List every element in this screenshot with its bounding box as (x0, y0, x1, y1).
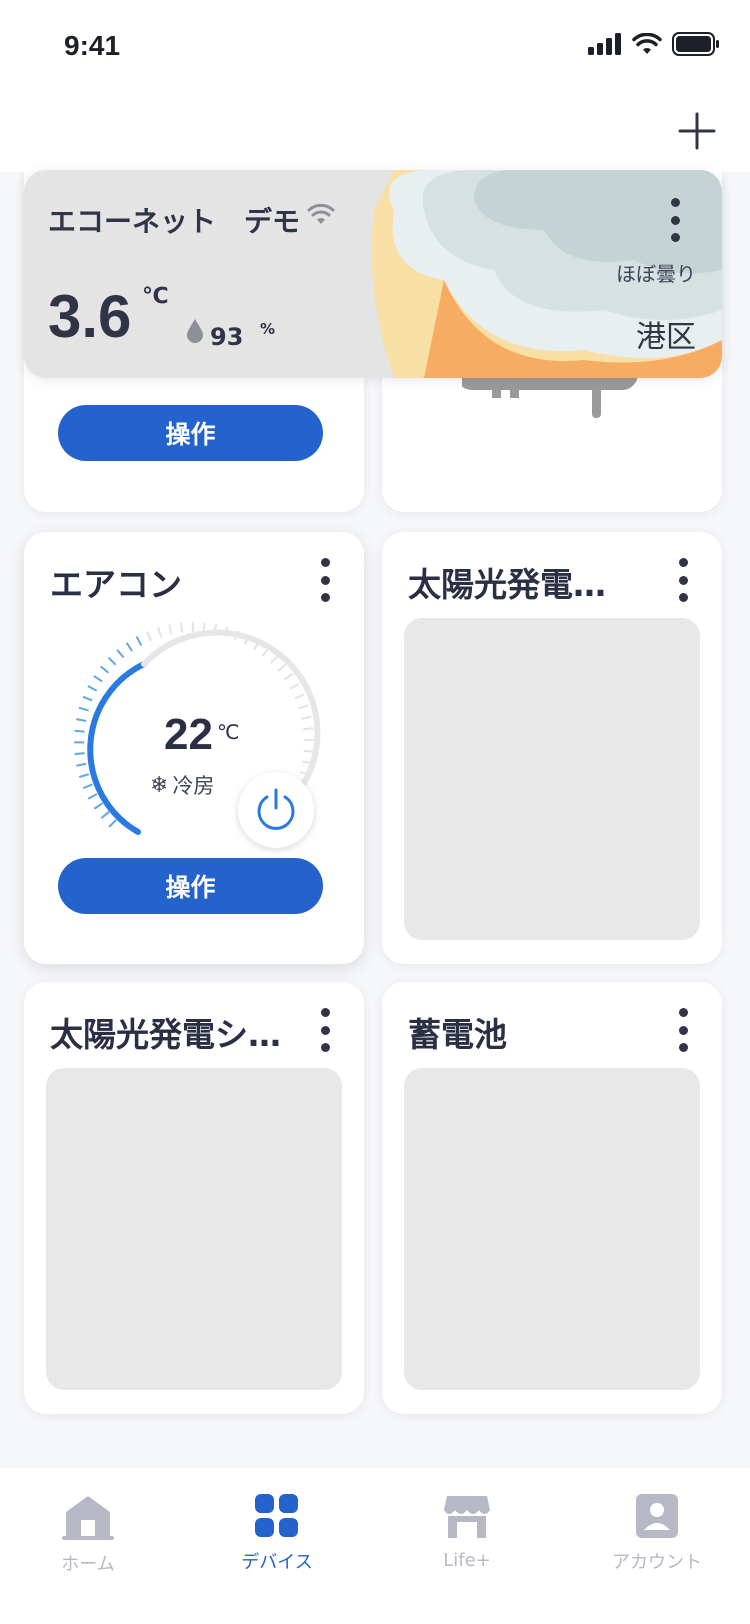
operate-button[interactable]: 操作 (58, 858, 323, 914)
content-placeholder (404, 618, 700, 940)
weather-area: 港区 (636, 320, 696, 355)
dial-tick (116, 649, 125, 659)
tab-home[interactable]: ホーム (13, 1494, 163, 1594)
content-placeholder (46, 1068, 342, 1390)
more-options-button[interactable] (664, 198, 686, 242)
humidity-value: 93 (210, 323, 244, 351)
snowflake-icon: ❄ (150, 772, 169, 798)
dial-tick (283, 673, 294, 681)
card-title: 太陽光発電… (408, 565, 606, 604)
wifi-icon (632, 33, 662, 54)
tab-label: ホーム (61, 1554, 115, 1575)
dial-tick (157, 627, 163, 638)
mode-indicator: ❄ 冷房 (150, 770, 214, 800)
tab-label: Life+ (443, 1550, 491, 1571)
dial-tick (277, 663, 287, 672)
dial-tick (294, 693, 305, 700)
outdoor-temperature: 3.6 (48, 283, 132, 350)
dial-tick (168, 624, 173, 635)
dial-tick (107, 657, 117, 666)
tab-bar: ホーム デバイス Life+ アカウント (0, 1468, 750, 1624)
dial-tick (78, 773, 90, 779)
dial-tick (78, 706, 89, 712)
status-icons (588, 32, 720, 56)
device-card-aircon[interactable]: エアコン 22 ℃ ❄ 冷房 操作 (24, 532, 364, 964)
tab-account[interactable]: アカウント (582, 1494, 732, 1594)
status-time: 9:41 (64, 30, 121, 61)
more-options-button[interactable] (314, 1008, 336, 1052)
tab-life-plus[interactable]: Life+ (392, 1494, 542, 1594)
store-icon (444, 1496, 490, 1538)
dial-tick (87, 685, 98, 692)
card-title: 太陽光発電シ… (50, 1015, 281, 1054)
tab-devices[interactable]: デバイス (202, 1494, 352, 1594)
weather-condition: ほぼ曇り (616, 262, 696, 286)
dial-tick (74, 729, 85, 733)
set-temperature: 22 (164, 710, 213, 759)
dial-tick (303, 749, 314, 753)
dial-tick (100, 665, 110, 674)
dial-tick (82, 695, 93, 702)
humidity-unit: % (260, 320, 276, 338)
mode-label: 冷房 (172, 774, 215, 798)
dial-tick (180, 622, 184, 633)
dial-tick (87, 793, 98, 800)
device-card-solar-2[interactable]: 太陽光発電シ… (24, 982, 364, 1414)
dial-tick (93, 802, 104, 810)
tab-label: デバイス (241, 1552, 313, 1573)
dial-tick (82, 783, 93, 790)
header (0, 96, 750, 172)
dial-tick (135, 636, 143, 646)
battery-icon (672, 32, 719, 56)
signal-icon (588, 33, 621, 55)
account-icon (636, 1494, 678, 1538)
tab-label: アカウント (612, 1552, 702, 1573)
dial-tick (100, 811, 110, 819)
more-options-button[interactable] (672, 558, 694, 602)
dial-tick (298, 704, 309, 710)
temperature-unit: ℃ (217, 720, 240, 744)
dial-tick (301, 715, 312, 720)
device-name: エコーネット デモ (48, 205, 301, 238)
power-icon (257, 788, 295, 830)
device-card-battery[interactable]: 蓄電池 (382, 982, 722, 1414)
dial-tick (289, 682, 300, 690)
status-bar: 9:41 (0, 0, 750, 96)
dial-tick (76, 762, 87, 767)
temperature-unit: ℃ (142, 284, 169, 309)
power-button[interactable] (238, 772, 314, 848)
operate-button[interactable]: 操作 (58, 405, 323, 461)
wifi-icon (307, 203, 335, 224)
dial-tick (269, 655, 279, 664)
plus-icon (678, 112, 716, 150)
dial-tick (146, 631, 152, 642)
dial-tick (303, 727, 314, 731)
more-options-button[interactable] (672, 1008, 694, 1052)
more-options-button[interactable] (314, 558, 336, 602)
dial-tick (93, 675, 103, 683)
card-title: 蓄電池 (408, 1015, 507, 1054)
add-device-button[interactable] (672, 106, 722, 156)
content-placeholder (404, 1068, 700, 1390)
card-title: エアコン (50, 565, 182, 604)
device-card-solar-1[interactable]: 太陽光発電… (382, 532, 722, 964)
droplet-icon (187, 319, 203, 343)
dial-tick (74, 752, 85, 756)
weather-card[interactable]: エコーネット デモ 3.6 ℃ 93 % ほぼ曇り 港区 (24, 170, 722, 378)
dial-tick (76, 718, 87, 722)
devices-grid-icon (255, 1494, 298, 1537)
dial-tick (108, 819, 117, 828)
home-icon (62, 1496, 114, 1540)
dial-tick (125, 642, 133, 652)
